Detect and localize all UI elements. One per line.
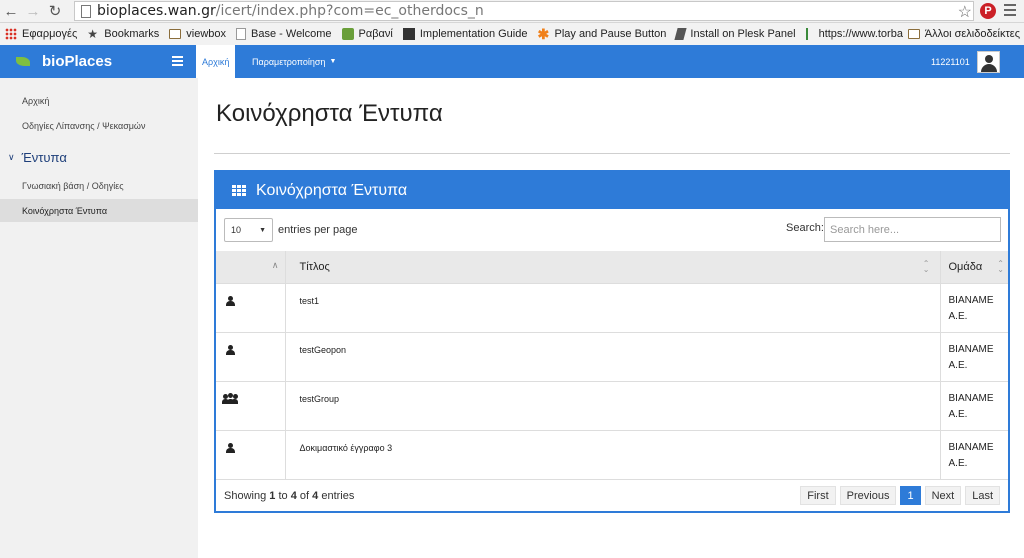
pager-page-1-button[interactable]: 1 (900, 486, 921, 505)
per-page-label: entries per page (278, 224, 358, 236)
url-host: bioplaces.wan.gr (97, 3, 216, 19)
brand-name: bioPlaces (42, 53, 113, 70)
bookmark-play-pause[interactable]: ✱ Play and Pause Button (532, 23, 671, 45)
bookmark-apps[interactable]: Εφαρμογές (0, 23, 82, 45)
sidebar-section-label: Έντυπα (21, 150, 67, 165)
table-row[interactable]: testGroup BIANAME A.E. (216, 381, 1008, 431)
sort-icon: ⌃ ⌄ (997, 259, 1004, 274)
row-group: BIANAME A.E. (940, 381, 1008, 431)
back-icon[interactable]: ← (0, 0, 22, 22)
avatar[interactable] (977, 51, 1000, 73)
hamburger-icon[interactable] (172, 56, 183, 68)
leaf-icon (16, 57, 30, 66)
pager-next-button[interactable]: Next (924, 486, 962, 505)
doc-icon (402, 28, 415, 40)
forms-table: ∧ Τίτλος ⌃ ⌄ Ομάδα ⌃ ⌄ test1 BIANAME A.E. tes… (216, 251, 1008, 480)
user-icon (225, 344, 235, 355)
plesk-icon (674, 28, 688, 40)
sort-asc-icon: ∧ (271, 260, 279, 270)
sidebar-item-home[interactable]: Αρχική (0, 90, 198, 112)
pager-last-button[interactable]: Last (965, 486, 1000, 505)
browser-menu-icon[interactable] (1004, 4, 1016, 19)
entries-per-page: 10 ▼ entries per page (224, 218, 358, 242)
column-header-title[interactable]: Τίτλος ⌃ ⌄ (285, 251, 941, 284)
page-icon (81, 4, 91, 18)
brand[interactable]: bioPlaces (0, 45, 198, 78)
bookmarks-bar: Εφαρμογές ★ Bookmarks viewbox Base - Welc… (0, 23, 1024, 45)
bookmark-ravani[interactable]: Ραβανί (337, 23, 398, 45)
panel-title: Κοινόχρηστα Έντυπα (256, 181, 408, 199)
url-path: /icert/index.php?com=ec_otherdocs_n (215, 3, 484, 19)
forward-icon[interactable]: → (22, 0, 44, 22)
table-info: Showing 1 to 4 of 4 entries (224, 490, 355, 502)
sidebar-item-fertilization[interactable]: Οδηγίες Λίπανσης / Ψεκασμών (0, 115, 198, 137)
row-title[interactable]: testGeopon (285, 332, 941, 382)
row-title[interactable]: testGroup (285, 381, 941, 431)
per-page-select[interactable]: 10 ▼ (224, 218, 273, 242)
table-row[interactable]: testGeopon BIANAME A.E. (216, 332, 1008, 382)
bookmark-bookmarks[interactable]: ★ Bookmarks (82, 23, 164, 45)
pager-first-button[interactable]: First (800, 486, 836, 505)
bookmark-base-welcome[interactable]: Base - Welcome (231, 23, 337, 45)
row-group: BIANAME A.E. (940, 332, 1008, 382)
pagination: First Previous 1 Next Last (800, 486, 1000, 505)
pager-previous-button[interactable]: Previous (839, 486, 897, 505)
folder-icon (907, 29, 920, 39)
folder-icon (169, 29, 182, 39)
page-title: Κοινόχρηστα Έντυπα (216, 100, 443, 127)
nav-home[interactable]: Αρχική (196, 45, 236, 78)
chevron-down-icon: ∨ (8, 152, 15, 162)
asterisk-icon: ✱ (537, 26, 550, 42)
bookmark-other[interactable]: Άλλοι σελιδοδείκτες (902, 23, 1024, 45)
row-title[interactable]: test1 (285, 283, 941, 333)
panel-header: Κοινόχρηστα Έντυπα (216, 172, 1008, 209)
divider (214, 153, 1010, 154)
bookmark-star-icon[interactable]: ☆ (958, 2, 972, 22)
address-bar[interactable]: bioplaces.wan.gr /icert/index.php?com=ec… (74, 1, 974, 21)
pinterest-icon[interactable]: P (980, 3, 996, 19)
table-icon (232, 184, 246, 197)
site-icon (341, 28, 354, 40)
apps-icon (5, 28, 17, 40)
reload-icon[interactable]: ↻ (44, 0, 66, 22)
app-header: bioPlaces Αρχική Παραμετροποίηση ▼ 11221… (0, 45, 1024, 78)
page-icon (236, 28, 247, 40)
bookmark-viewbox[interactable]: viewbox (164, 23, 231, 45)
search-input[interactable]: Search here... (824, 217, 1001, 242)
group-icon (222, 392, 238, 404)
row-title[interactable]: Δοκιμαστικό έγγραφο 3 (285, 430, 941, 480)
sort-icon: ⌃ ⌄ (922, 259, 930, 274)
bookmark-implementation-guide[interactable]: Implementation Guide (398, 23, 533, 45)
sidebar: Αρχική Οδηγίες Λίπανσης / Ψεκασμών ∨ Έντ… (0, 78, 198, 558)
column-header-group[interactable]: Ομάδα ⌃ ⌄ (940, 251, 1008, 284)
table-row[interactable]: Δοκιμαστικό έγγραφο 3 BIANAME A.E. (216, 430, 1008, 480)
palm-icon (805, 28, 814, 40)
caret-down-icon: ▼ (329, 58, 337, 65)
sidebar-item-knowledge-base[interactable]: Γνωσιακή βάση / Οδηγίες (0, 175, 198, 197)
user-icon (225, 442, 235, 453)
sidebar-section-forms[interactable]: ∨ Έντυπα (8, 150, 67, 165)
browser-toolbar: ← → ↻ bioplaces.wan.gr /icert/index.php?… (0, 0, 1024, 23)
nav-settings[interactable]: Παραμετροποίηση ▼ (252, 45, 336, 78)
row-group: BIANAME A.E. (940, 430, 1008, 480)
bookmark-plesk[interactable]: Install on Plesk Panel (671, 23, 800, 45)
user-icon (225, 295, 235, 306)
search-label: Search: (786, 222, 824, 234)
shared-forms-panel: Κοινόχρηστα Έντυπα 10 ▼ entries per page… (214, 170, 1010, 513)
user-id[interactable]: 11221101 (931, 45, 970, 78)
table-row[interactable]: test1 BIANAME A.E. (216, 283, 1008, 333)
star-icon: ★ (87, 27, 99, 41)
caret-down-icon: ▼ (259, 226, 266, 234)
nav-settings-label: Παραμετροποίηση (252, 56, 326, 67)
row-group: BIANAME A.E. (940, 283, 1008, 333)
column-header-type[interactable]: ∧ (216, 251, 286, 284)
sidebar-item-shared-forms[interactable]: Κοινόχρηστα Έντυπα (0, 199, 198, 222)
